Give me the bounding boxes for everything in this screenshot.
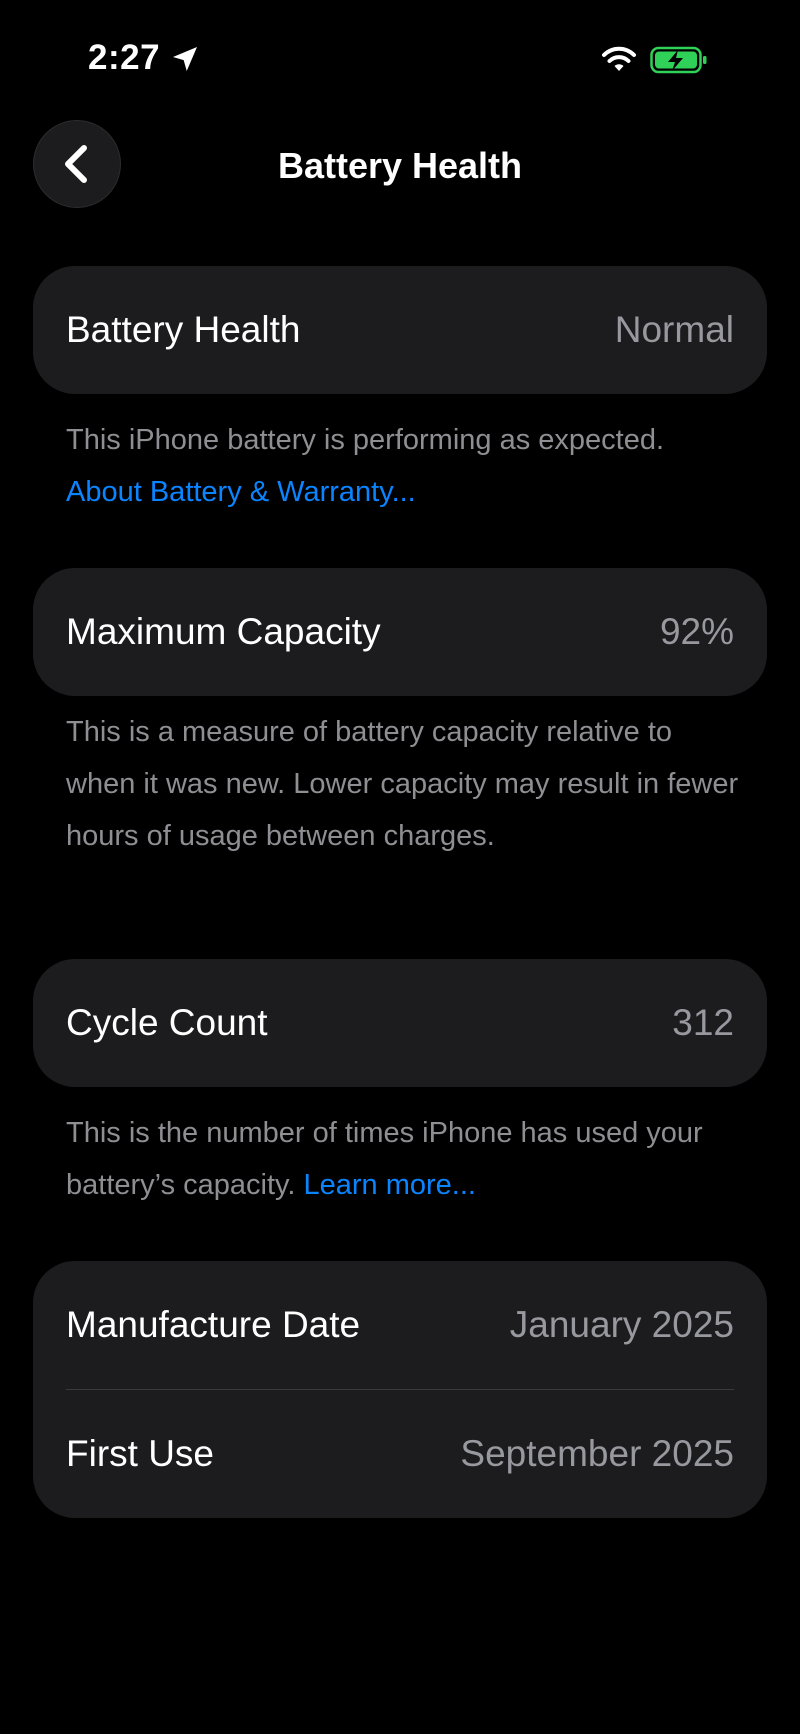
learn-more-link[interactable]: Learn more... [304, 1169, 476, 1201]
maximum-capacity-description: This is a measure of battery capacity re… [66, 716, 739, 852]
cycle-count-value: 312 [672, 1002, 734, 1043]
manufacture-date-label: Manufacture Date [66, 1304, 361, 1345]
battery-health-card: Battery Health Normal [33, 266, 767, 394]
status-time: 2:27 [88, 38, 161, 77]
maximum-capacity-card: Maximum Capacity 92% [33, 568, 767, 696]
battery-health-value: Normal [614, 309, 734, 350]
manufacture-date-row: Manufacture Date January 2025 [33, 1261, 767, 1389]
battery-health-screen: 2:27 Battery Health Battery Health Norma… [0, 0, 800, 1734]
battery-dates-card: Manufacture Date January 2025 First Use … [33, 1261, 767, 1518]
battery-health-label: Battery Health [66, 309, 301, 350]
battery-health-footnote: This iPhone battery is performing as exp… [66, 414, 746, 518]
first-use-row: First Use September 2025 [33, 1390, 767, 1518]
maximum-capacity-value: 92% [659, 611, 734, 652]
maximum-capacity-row: Maximum Capacity 92% [33, 568, 767, 696]
first-use-label: First Use [66, 1433, 214, 1474]
cycle-count-row: Cycle Count 312 [33, 959, 767, 1087]
cycle-count-label: Cycle Count [66, 1002, 268, 1043]
cycle-count-card: Cycle Count 312 [33, 959, 767, 1087]
manufacture-date-value: January 2025 [509, 1304, 734, 1345]
battery-charging-icon [650, 46, 707, 74]
about-battery-warranty-link[interactable]: About Battery & Warranty... [66, 476, 416, 508]
maximum-capacity-label: Maximum Capacity [66, 611, 381, 652]
wifi-icon [602, 46, 636, 71]
battery-health-row: Battery Health Normal [33, 266, 767, 394]
location-arrow-icon [173, 47, 197, 71]
maximum-capacity-footnote: This is a measure of battery capacity re… [66, 706, 746, 862]
battery-health-description: This iPhone battery is performing as exp… [66, 424, 665, 456]
cycle-count-footnote: This is the number of times iPhone has u… [66, 1107, 746, 1211]
first-use-value: September 2025 [460, 1433, 734, 1474]
page-title: Battery Health [277, 145, 523, 186]
